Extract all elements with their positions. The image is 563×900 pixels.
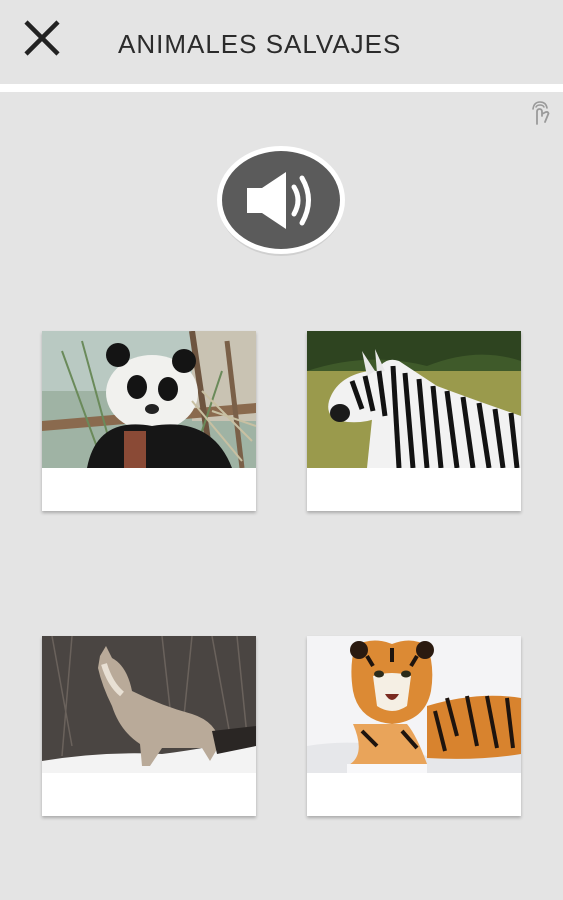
close-icon <box>24 20 60 56</box>
top-bar: ANIMALES SALVAJES <box>0 0 563 84</box>
animal-card-zebra[interactable] <box>307 331 521 511</box>
speaker-volume-icon <box>217 146 345 256</box>
header-divider <box>0 84 563 92</box>
zebra-photo <box>307 331 521 468</box>
play-sound-button[interactable] <box>216 145 346 257</box>
card-caption <box>42 773 256 816</box>
close-button[interactable] <box>20 18 64 58</box>
panda-photo <box>42 331 256 468</box>
wolf-photo <box>42 636 256 773</box>
card-caption <box>42 468 256 511</box>
touch-gesture-icon[interactable] <box>528 100 552 126</box>
card-caption <box>307 773 521 816</box>
page-title: ANIMALES SALVAJES <box>118 29 402 59</box>
animal-card-wolf[interactable] <box>42 636 256 816</box>
tiger-photo <box>307 636 521 773</box>
animal-card-tiger[interactable] <box>307 636 521 816</box>
animal-card-panda[interactable] <box>42 331 256 511</box>
card-caption <box>307 468 521 511</box>
